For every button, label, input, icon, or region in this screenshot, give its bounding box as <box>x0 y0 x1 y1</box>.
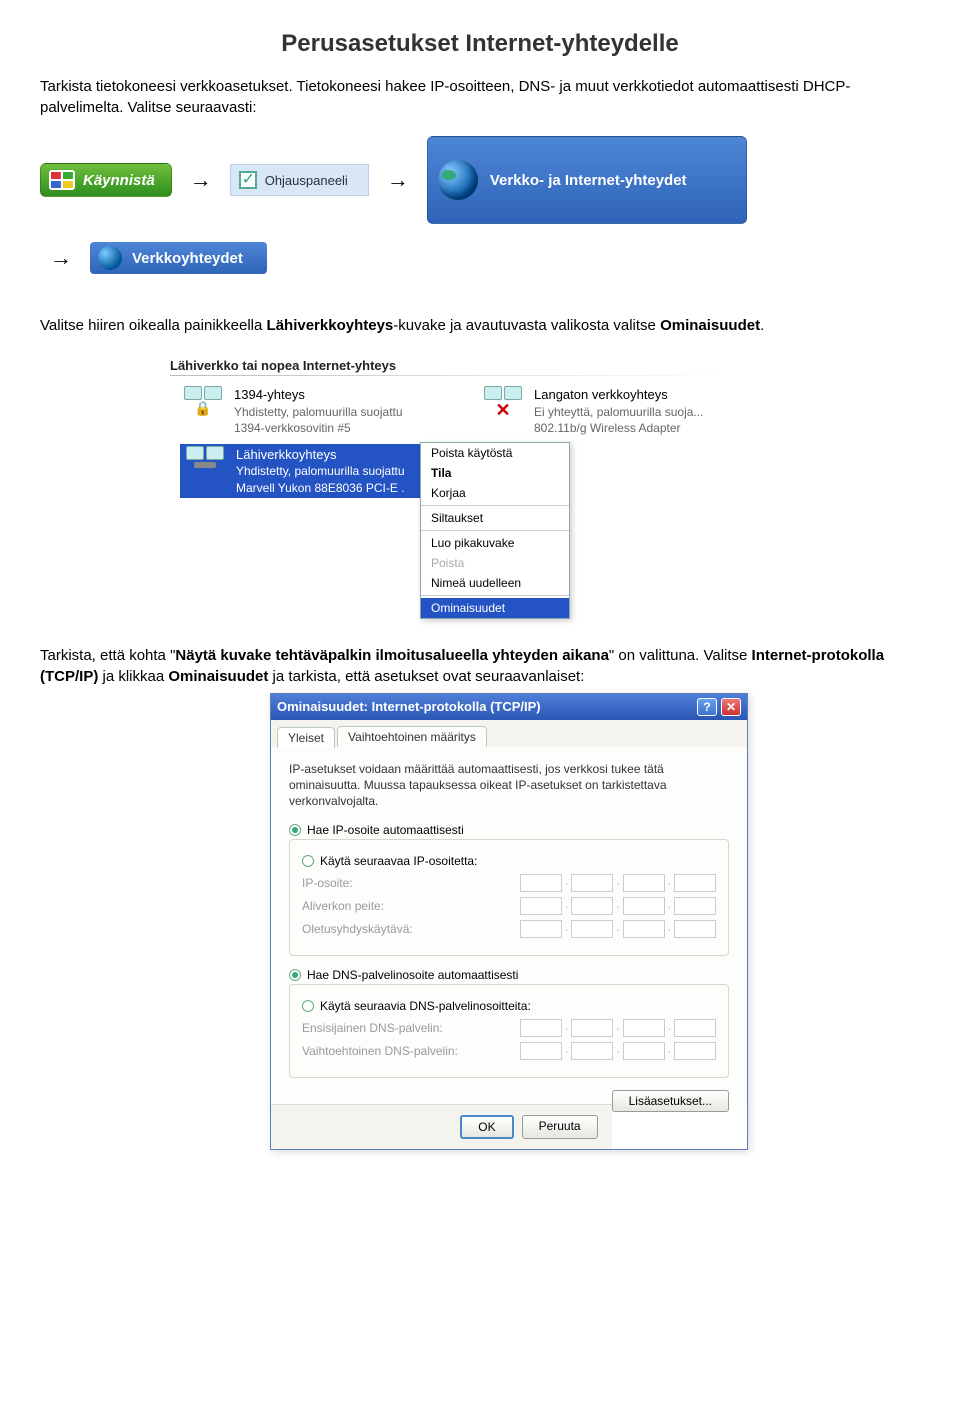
network-connections-item[interactable]: Verkkoyhteydet <box>90 242 267 274</box>
radio-icon <box>302 1000 314 1012</box>
radio-dns-auto[interactable]: Hae DNS-palvelinosoite automaattisesti <box>289 968 729 982</box>
windows-flag-icon <box>49 170 75 190</box>
navigation-row-2: → Verkkoyhteydet <box>40 242 920 274</box>
navigation-row: Käynnistä → Ohjauspaneeli → Verkko- ja I… <box>40 136 920 224</box>
tab-general[interactable]: Yleiset <box>277 727 335 748</box>
separator <box>421 530 569 531</box>
start-label: Käynnistä <box>83 172 155 189</box>
context-menu: Poista käytöstä Tila Korjaa Siltaukset L… <box>420 442 570 619</box>
radio-icon <box>302 855 314 867</box>
ok-button[interactable]: OK <box>460 1115 513 1139</box>
separator <box>421 505 569 506</box>
field-dns2: Vaihtoehtoinen DNS-palvelin: ... <box>302 1042 716 1060</box>
ctx-rename[interactable]: Nimeä uudelleen <box>421 573 569 593</box>
tab-alternate[interactable]: Vaihtoehtoinen määritys <box>337 726 487 747</box>
intro-text: Tarkista tietokoneesi verkkoasetukset. T… <box>40 76 920 118</box>
tcpip-dialog: Ominaisuudet: Internet-protokolla (TCP/I… <box>270 693 748 1151</box>
close-button[interactable]: ✕ <box>721 698 741 716</box>
field-dns1: Ensisijainen DNS-palvelin: ... <box>302 1019 716 1037</box>
network-connections-label: Verkkoyhteydet <box>132 250 243 267</box>
ctx-delete: Poista <box>421 553 569 573</box>
radio-dns-manual[interactable]: Käytä seuraavia DNS-palvelinosoitteita: <box>302 999 716 1013</box>
connection-lan-selected[interactable]: Lähiverkkoyhteys Yhdistetty, palomuurill… <box>180 444 420 498</box>
ctx-status[interactable]: Tila <box>421 463 569 483</box>
connection-wifi[interactable]: ✕ Langaton verkkoyhteys Ei yhteyttä, pal… <box>480 386 720 436</box>
dialog-desc: IP-asetukset voidaan määrittää automaatt… <box>289 761 729 810</box>
divider <box>170 375 730 376</box>
ctx-shortcut[interactable]: Luo pikakuvake <box>421 533 569 553</box>
connections-section-title: Lähiverkko tai nopea Internet-yhteys <box>40 358 920 373</box>
cancel-button[interactable]: Peruuta <box>522 1115 598 1139</box>
ctx-repair[interactable]: Korjaa <box>421 483 569 503</box>
no-signal-icon: ✕ <box>495 400 510 421</box>
globe-icon <box>98 246 122 270</box>
ctx-properties[interactable]: Ominaisuudet <box>421 598 569 618</box>
arrow-icon: → <box>50 245 72 271</box>
page-title: Perusasetukset Internet-yhteydelle <box>40 30 920 58</box>
dialog-buttons: OK Peruuta <box>271 1104 612 1149</box>
field-gateway: Oletusyhdyskäytävä: ... <box>302 920 716 938</box>
control-panel-item[interactable]: Ohjauspaneeli <box>230 164 369 196</box>
help-button[interactable]: ? <box>697 698 717 716</box>
advanced-button[interactable]: Lisäasetukset... <box>612 1090 729 1112</box>
radio-ip-auto[interactable]: Hae IP-osoite automaattisesti <box>289 823 729 837</box>
network-internet-item[interactable]: Verkko- ja Internet-yhteydet <box>427 136 747 224</box>
arrow-icon: → <box>190 167 212 193</box>
field-mask: Aliverkon peite: ... <box>302 897 716 915</box>
radio-icon <box>289 824 301 836</box>
dialog-panel: IP-asetukset voidaan määrittää automaatt… <box>271 747 747 1105</box>
field-ip: IP-osoite: ... <box>302 874 716 892</box>
radio-icon <box>289 969 301 981</box>
separator <box>421 595 569 596</box>
globe-icon <box>438 160 478 200</box>
ctx-bridge[interactable]: Siltaukset <box>421 508 569 528</box>
connection-1394[interactable]: 🔒 1394-yhteys Yhdistetty, palomuurilla s… <box>180 386 420 436</box>
arrow-icon: → <box>387 167 409 193</box>
radio-ip-manual[interactable]: Käytä seuraavaa IP-osoitetta: <box>302 854 716 868</box>
check-icon <box>239 171 257 189</box>
dialog-title: Ominaisuudet: Internet-protokolla (TCP/I… <box>277 699 541 714</box>
network-internet-label: Verkko- ja Internet-yhteydet <box>490 172 687 189</box>
start-button[interactable]: Käynnistä <box>40 163 172 197</box>
titlebar: Ominaisuudet: Internet-protokolla (TCP/I… <box>271 694 747 720</box>
paragraph-2: Valitse hiiren oikealla painikkeella Läh… <box>40 315 920 336</box>
control-panel-label: Ohjauspaneeli <box>265 173 348 188</box>
ctx-disable[interactable]: Poista käytöstä <box>421 443 569 463</box>
paragraph-3: Tarkista, että kohta "Näytä kuvake tehtä… <box>40 645 920 687</box>
lock-icon: 🔒 <box>194 400 211 417</box>
cable-icon <box>194 462 216 468</box>
